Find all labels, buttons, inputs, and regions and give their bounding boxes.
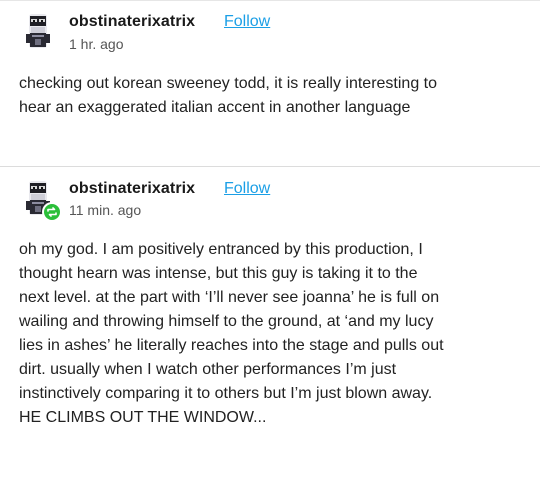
post-reblog: obstinaterixatrix Follow 11 min. ago oh … xyxy=(0,167,540,489)
body-line: checking out korean sweeney todd, it is … xyxy=(19,75,438,92)
post-body: oh my god. I am positively entranced by … xyxy=(19,238,524,430)
body-line: wailing and throwing himself to the grou… xyxy=(19,313,434,330)
body-line: instinctively comparing it to others but… xyxy=(19,385,433,402)
avatar-icon[interactable] xyxy=(19,12,57,50)
username[interactable]: obstinaterixatrix xyxy=(69,180,195,198)
post-original: obstinaterixatrix Follow 1 hr. ago check… xyxy=(0,0,540,166)
post-timestamp[interactable]: 11 min. ago xyxy=(69,202,141,218)
post-timestamp[interactable]: 1 hr. ago xyxy=(69,36,124,52)
post-body: checking out korean sweeney todd, it is … xyxy=(19,72,524,120)
username[interactable]: obstinaterixatrix xyxy=(69,13,195,31)
body-line: oh my god. I am positively entranced by … xyxy=(19,241,423,258)
body-line: next level. at the part with ‘I’ll never… xyxy=(19,289,440,306)
body-line: dirt. usually when I watch other perform… xyxy=(19,361,397,378)
body-line: HE CLIMBS OUT THE WINDOW... xyxy=(19,409,267,426)
body-line: hear an exaggerated italian accent in an… xyxy=(19,99,411,116)
reblog-icon xyxy=(42,202,62,222)
top-divider xyxy=(0,0,540,1)
follow-button[interactable]: Follow xyxy=(224,13,270,31)
body-line: thought hearn was intense, but this guy … xyxy=(19,265,418,282)
body-line: lies in ashes’ he literally reaches into… xyxy=(19,337,444,354)
follow-button[interactable]: Follow xyxy=(224,180,270,198)
